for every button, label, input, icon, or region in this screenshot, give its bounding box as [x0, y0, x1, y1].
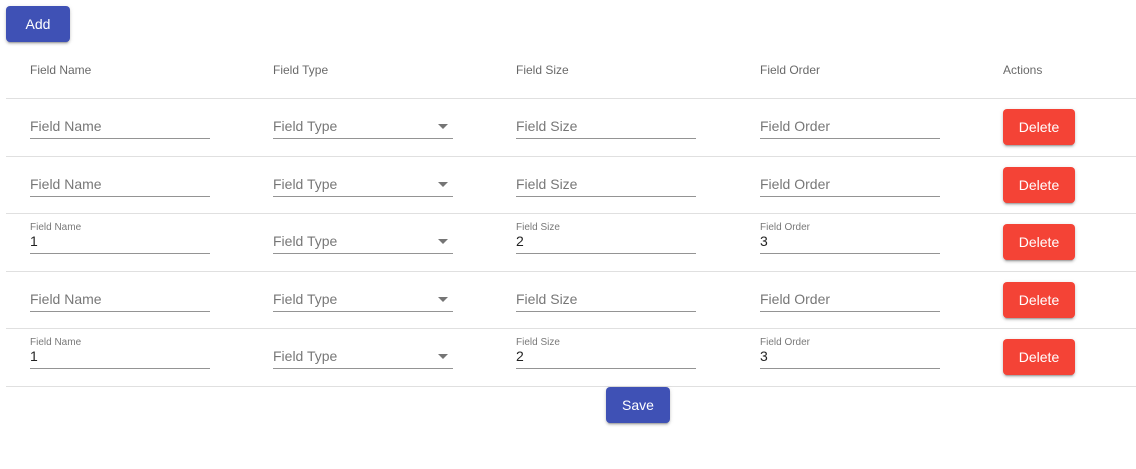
field-size-input[interactable]: Field Size 2 [516, 329, 696, 387]
field-underline [30, 138, 210, 139]
delete-button[interactable]: Delete [1003, 167, 1075, 203]
delete-button[interactable]: Delete [1003, 224, 1075, 260]
field-underline [516, 196, 696, 197]
field-underline [760, 311, 940, 312]
field-type-select[interactable]: Field Type [273, 329, 453, 387]
field-size-input[interactable]: Field Size [516, 99, 696, 157]
field-placeholder: Field Name [30, 176, 102, 192]
field-placeholder: Field Type [273, 176, 338, 192]
table-row: Field Name 1 Field Type Field Size 2 Field Or… [0, 214, 1136, 272]
field-value: 1 [30, 233, 38, 249]
field-placeholder: Field Name [30, 291, 102, 307]
header-field-name: Field Name [30, 63, 92, 77]
field-name-input[interactable]: Field Name [30, 272, 210, 330]
header-field-order: Field Order [760, 63, 821, 77]
field-underline [760, 138, 940, 139]
delete-button[interactable]: Delete [1003, 282, 1075, 318]
header-field-size: Field Size [516, 63, 569, 77]
field-placeholder: Field Size [516, 176, 578, 192]
floating-label: Field Size [516, 337, 560, 348]
field-value: 3 [760, 348, 768, 364]
field-underline [273, 253, 453, 254]
field-underline [30, 311, 210, 312]
field-placeholder: Field Type [273, 291, 338, 307]
field-name-input[interactable]: Field Name [30, 157, 210, 215]
field-placeholder: Field Type [273, 118, 338, 134]
table-row: Field Name 1 Field Type Field Size 2 Field Or… [0, 329, 1136, 387]
header-field-type: Field Type [273, 63, 329, 77]
delete-button[interactable]: Delete [1003, 339, 1075, 375]
field-placeholder: Field Size [516, 291, 578, 307]
field-underline [273, 311, 453, 312]
field-placeholder: Field Name [30, 118, 102, 134]
field-size-input[interactable]: Field Size [516, 272, 696, 330]
field-underline [516, 368, 696, 369]
field-underline [273, 138, 453, 139]
field-placeholder: Field Type [273, 233, 338, 249]
field-placeholder: Field Size [516, 118, 578, 134]
dropdown-arrow-icon[interactable] [438, 354, 448, 359]
delete-button[interactable]: Delete [1003, 109, 1075, 145]
table-row: Field Name Field Type Field Size Field Orde… [0, 157, 1136, 215]
field-underline [273, 196, 453, 197]
table-row: Field Name Field Type Field Size Field Orde… [0, 272, 1136, 330]
field-placeholder: Field Order [760, 176, 831, 192]
dropdown-arrow-icon[interactable] [438, 239, 448, 244]
field-value: 2 [516, 233, 524, 249]
field-type-select[interactable]: Field Type [273, 99, 453, 157]
field-underline [760, 253, 940, 254]
field-underline [30, 368, 210, 369]
field-underline [273, 368, 453, 369]
field-underline [760, 368, 940, 369]
save-button[interactable]: Save [606, 387, 670, 423]
field-underline [30, 253, 210, 254]
dropdown-arrow-icon[interactable] [438, 182, 448, 187]
field-name-input[interactable]: Field Name 1 [30, 214, 210, 272]
dropdown-arrow-icon[interactable] [438, 124, 448, 129]
floating-label: Field Name [30, 337, 82, 348]
field-order-input[interactable]: Field Order 3 [760, 214, 940, 272]
header-actions: Actions [1003, 63, 1043, 77]
floating-label: Field Order [760, 337, 811, 348]
field-underline [516, 138, 696, 139]
field-type-select[interactable]: Field Type [273, 157, 453, 215]
field-name-input[interactable]: Field Name [30, 99, 210, 157]
field-value: 3 [760, 233, 768, 249]
field-underline [516, 311, 696, 312]
field-underline [30, 196, 210, 197]
table-row: Field Name Field Type Field Size Field Orde… [0, 99, 1136, 157]
field-placeholder: Field Type [273, 348, 338, 364]
row-divider [6, 386, 1136, 387]
field-underline [760, 196, 940, 197]
field-size-input[interactable]: Field Size [516, 157, 696, 215]
field-type-select[interactable]: Field Type [273, 272, 453, 330]
field-value: 1 [30, 348, 38, 364]
floating-label: Field Name [30, 222, 82, 233]
field-size-input[interactable]: Field Size 2 [516, 214, 696, 272]
field-name-input[interactable]: Field Name 1 [30, 329, 210, 387]
floating-label: Field Size [516, 222, 560, 233]
field-order-input[interactable]: Field Order [760, 99, 940, 157]
field-placeholder: Field Order [760, 291, 831, 307]
field-underline [516, 253, 696, 254]
field-order-input[interactable]: Field Order [760, 272, 940, 330]
field-type-select[interactable]: Field Type [273, 214, 453, 272]
field-placeholder: Field Order [760, 118, 831, 134]
dropdown-arrow-icon[interactable] [438, 297, 448, 302]
field-order-input[interactable]: Field Order 3 [760, 329, 940, 387]
field-value: 2 [516, 348, 524, 364]
add-button[interactable]: Add [6, 6, 70, 42]
field-order-input[interactable]: Field Order [760, 157, 940, 215]
floating-label: Field Order [760, 222, 811, 233]
